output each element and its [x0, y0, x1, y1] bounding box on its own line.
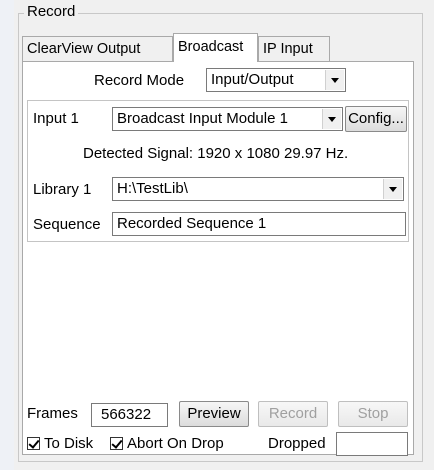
- sequence-label: Sequence: [33, 216, 101, 233]
- input-module-select[interactable]: Broadcast Input Module 1: [112, 107, 343, 131]
- record-mode-select[interactable]: Input/Output: [206, 68, 346, 92]
- record-mode-label: Record Mode: [94, 72, 185, 89]
- tab-broadcast[interactable]: Broadcast: [173, 33, 258, 62]
- broadcast-tab-page: Record Mode Input/Output Input 1 Broadca…: [22, 61, 414, 456]
- library-label: Library 1: [33, 181, 92, 198]
- preview-button[interactable]: Preview: [179, 401, 249, 427]
- tab-clearview-output[interactable]: ClearView Output: [22, 36, 173, 61]
- record-button[interactable]: Record: [258, 401, 328, 427]
- frames-value: 566322: [101, 406, 152, 423]
- dropped-label: Dropped: [268, 435, 326, 452]
- input-label: Input 1: [33, 110, 79, 127]
- library-value: H:\TestLib\: [117, 180, 188, 197]
- stop-button[interactable]: Stop: [338, 401, 408, 427]
- abort-on-drop-label: Abort On Drop: [127, 435, 224, 452]
- chevron-down-icon: [383, 179, 402, 199]
- abort-on-drop-checkbox[interactable]: [110, 437, 123, 450]
- config-button[interactable]: Config...: [345, 106, 407, 132]
- to-disk-checkbox[interactable]: [27, 437, 40, 450]
- input-settings-box: Input 1 Broadcast Input Module 1 Config.…: [27, 100, 409, 242]
- tab-ip-input[interactable]: IP Input: [258, 36, 330, 61]
- to-disk-label: To Disk: [44, 435, 94, 452]
- record-mode-value: Input/Output: [211, 71, 294, 88]
- group-title: Record: [24, 3, 79, 20]
- chevron-down-icon: [325, 70, 344, 90]
- frames-label: Frames: [27, 405, 78, 422]
- chevron-down-icon: [322, 109, 341, 129]
- sequence-field[interactable]: Recorded Sequence 1: [112, 212, 406, 236]
- detected-signal-text: Detected Signal: 1920 x 1080 29.97 Hz.: [83, 145, 349, 162]
- frames-field[interactable]: 566322: [91, 403, 168, 427]
- library-select[interactable]: H:\TestLib\: [112, 177, 404, 201]
- record-panel: Record ClearView Output Broadcast IP Inp…: [14, 0, 434, 470]
- dropped-field: [336, 432, 408, 456]
- input-module-value: Broadcast Input Module 1: [117, 110, 288, 127]
- sequence-value: Recorded Sequence 1: [117, 215, 267, 232]
